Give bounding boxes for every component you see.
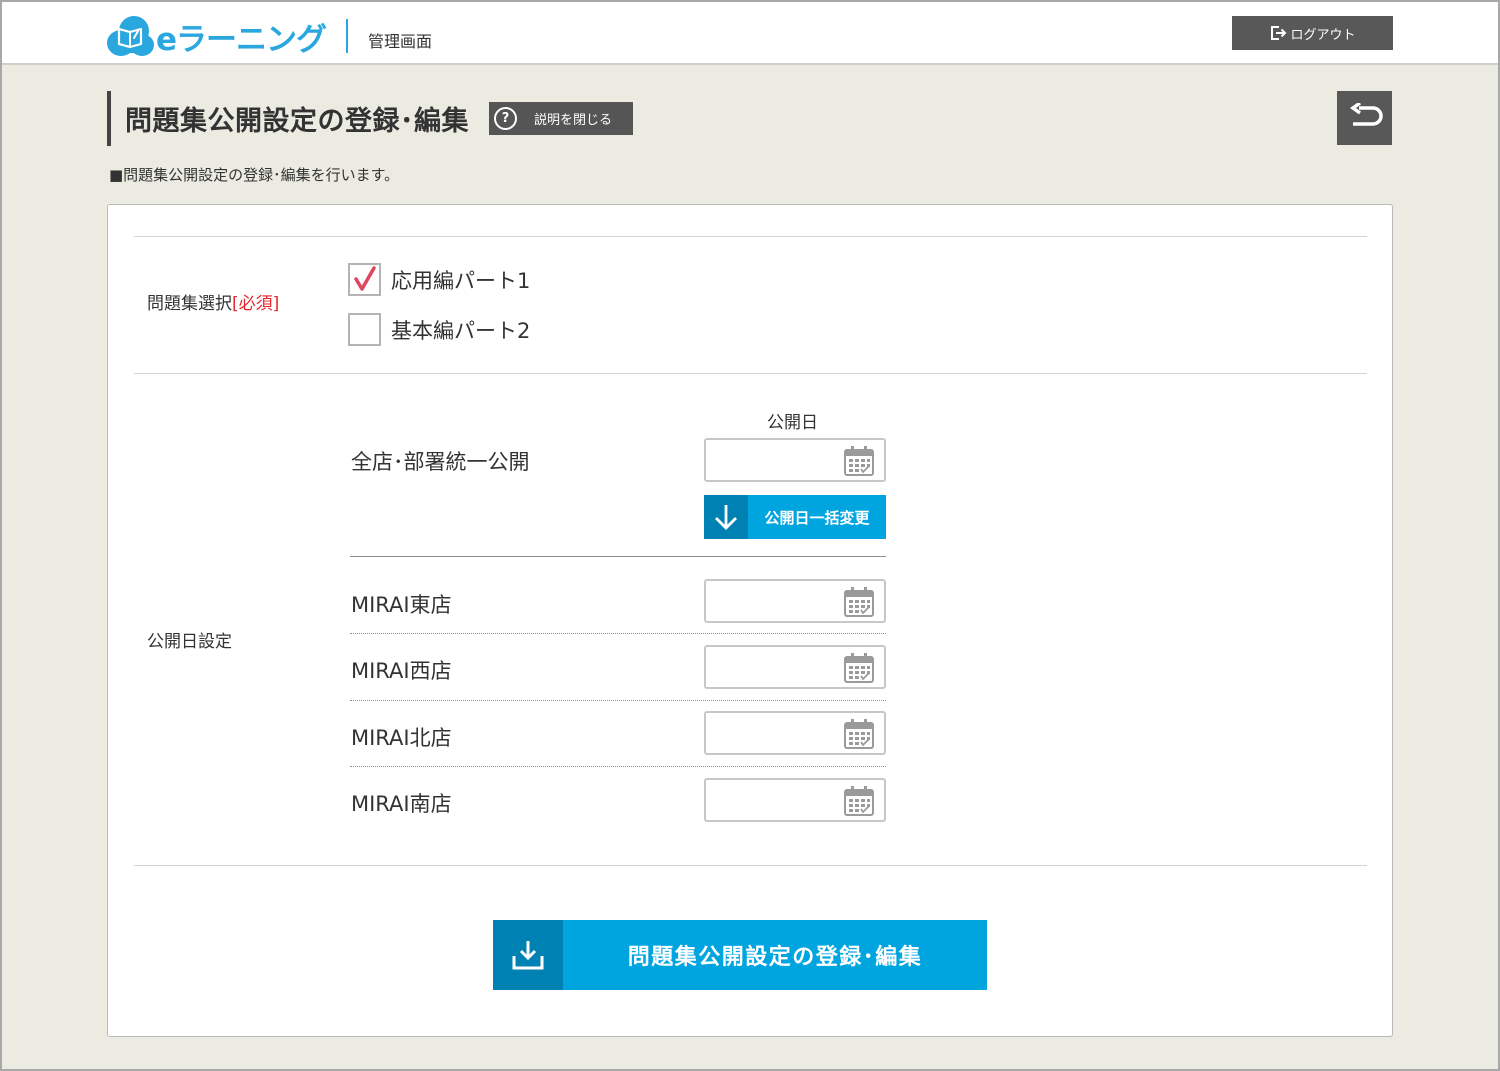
store-date-field[interactable]	[704, 778, 886, 822]
store-date-input[interactable]	[714, 647, 844, 685]
store-date-input[interactable]	[714, 713, 844, 751]
form-card: 問題集選択[必須] 応用編パート1 基本編パート2 公開日設定 公開日 全店･部…	[107, 204, 1393, 1037]
app-header: eラーニング 管理画面 ログアウト	[2, 2, 1498, 65]
workbook-option-label: 応用編パート1	[391, 268, 531, 293]
logout-label: ログアウト	[1290, 27, 1356, 43]
calendar-icon[interactable]	[843, 445, 875, 477]
date-setting-label: 公開日設定	[147, 632, 232, 652]
all-stores-date-input[interactable]	[714, 440, 844, 478]
store-label: MIRAI東店	[351, 593, 452, 617]
dotted-divider	[350, 766, 886, 767]
divider	[350, 556, 886, 557]
divider	[134, 373, 1367, 374]
workbook-select-text: 問題集選択	[147, 294, 232, 314]
workbook-option-1[interactable]: 応用編パート1	[348, 263, 530, 296]
submit-button[interactable]: 問題集公開設定の登録･編集	[493, 920, 987, 990]
page-description: ■問題集公開設定の登録･編集を行います。	[109, 166, 400, 184]
store-label: MIRAI北店	[351, 726, 452, 750]
admin-subtitle: 管理画面	[368, 32, 433, 51]
logo-divider	[346, 19, 349, 53]
all-stores-label: 全店･部署統一公開	[351, 450, 530, 474]
store-date-field[interactable]	[704, 579, 886, 623]
calendar-icon[interactable]	[843, 785, 875, 817]
calendar-icon[interactable]	[843, 718, 875, 750]
store-date-input[interactable]	[714, 780, 844, 818]
bulk-date-change-button[interactable]: 公開日一括変更	[704, 495, 886, 539]
store-label: MIRAI南店	[351, 792, 452, 816]
bulk-date-change-label: 公開日一括変更	[764, 508, 870, 527]
required-mark: [必須]	[232, 294, 280, 314]
workbook-select-label: 問題集選択[必須]	[147, 289, 279, 314]
store-label: MIRAI西店	[351, 659, 452, 683]
return-arrow-icon	[1349, 103, 1383, 126]
check-mark-icon	[354, 266, 376, 291]
workbook-option-label: 基本編パート2	[391, 318, 531, 343]
dotted-divider	[350, 700, 886, 701]
checkbox[interactable]	[348, 313, 381, 346]
calendar-icon[interactable]	[843, 652, 875, 684]
question-icon: ?	[494, 107, 517, 130]
all-stores-date-field[interactable]	[704, 438, 886, 482]
arrow-down-icon	[704, 495, 748, 539]
back-button[interactable]	[1337, 91, 1392, 145]
calendar-icon[interactable]	[843, 586, 875, 618]
store-date-field[interactable]	[704, 645, 886, 689]
divider	[134, 236, 1367, 237]
checkbox[interactable]	[348, 263, 381, 296]
store-date-input[interactable]	[714, 581, 844, 619]
logout-button[interactable]: ログアウト	[1232, 16, 1393, 50]
close-help-button[interactable]: ? 説明を閉じる	[489, 102, 633, 135]
date-column-header: 公開日	[767, 413, 818, 433]
logo-text: eラーニング	[156, 21, 327, 58]
divider	[134, 865, 1367, 866]
workbook-option-2[interactable]: 基本編パート2	[348, 313, 530, 346]
store-date-field[interactable]	[704, 711, 886, 755]
page-title-bar: 問題集公開設定の登録･編集 ? 説明を閉じる	[107, 91, 633, 146]
logout-icon	[1271, 26, 1287, 40]
dotted-divider	[350, 633, 886, 634]
close-help-label: 説明を閉じる	[534, 113, 613, 128]
cloud-book-logo-icon	[107, 16, 154, 56]
page-title: 問題集公開設定の登録･編集	[125, 106, 469, 137]
logo[interactable]: eラーニング 管理画面	[106, 13, 432, 59]
download-tray-icon	[493, 920, 563, 990]
submit-label: 問題集公開設定の登録･編集	[627, 945, 923, 970]
